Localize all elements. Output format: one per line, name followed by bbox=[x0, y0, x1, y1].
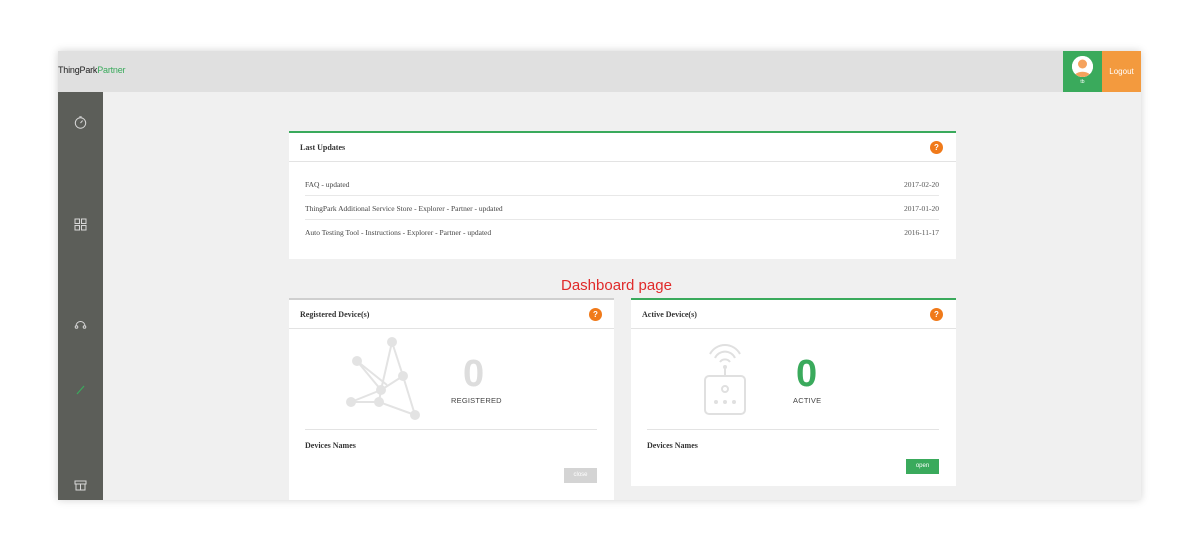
network-graph-icon bbox=[339, 336, 424, 426]
page-caption: Dashboard page bbox=[561, 277, 672, 294]
grid-icon[interactable] bbox=[73, 217, 88, 232]
active-count: 0 bbox=[796, 353, 818, 395]
last-updates-header: Last Updates ? bbox=[289, 133, 956, 162]
dashboard-gauge-icon[interactable] bbox=[73, 115, 88, 130]
update-row[interactable]: FAQ - updated 2017-02-20 bbox=[305, 172, 939, 196]
update-text: ThingPark Additional Service Store - Exp… bbox=[305, 204, 503, 213]
support-headset-icon[interactable] bbox=[73, 317, 88, 332]
open-button[interactable]: open bbox=[906, 459, 939, 474]
user-menu[interactable]: tb bbox=[1063, 51, 1102, 92]
top-bar: ThingParkPartner tb Logout bbox=[58, 51, 1141, 92]
update-row[interactable]: Auto Testing Tool - Instructions - Explo… bbox=[305, 220, 939, 244]
active-devices-names-label: Devices Names bbox=[647, 441, 698, 450]
user-avatar-icon bbox=[1072, 56, 1093, 77]
logo-partner: Partner bbox=[97, 65, 126, 75]
last-updates-panel: Last Updates ? FAQ - updated 2017-02-20 … bbox=[289, 131, 956, 259]
pen-icon[interactable] bbox=[73, 382, 88, 397]
update-date: 2016-11-17 bbox=[904, 228, 939, 237]
store-icon[interactable] bbox=[73, 478, 88, 493]
user-initials: tb bbox=[1080, 79, 1085, 85]
sidebar bbox=[58, 92, 103, 500]
registered-devices-title: Registered Device(s) bbox=[300, 310, 370, 319]
update-date: 2017-01-20 bbox=[904, 204, 939, 213]
active-devices-title: Active Device(s) bbox=[642, 310, 697, 319]
update-text: FAQ - updated bbox=[305, 180, 350, 189]
registered-divider bbox=[305, 429, 597, 430]
registered-count: 0 bbox=[463, 353, 485, 395]
registered-count-label: REGISTERED bbox=[451, 396, 502, 405]
update-date: 2017-02-20 bbox=[904, 180, 939, 189]
registered-devices-panel: Registered Device(s) ? 0 REGISTERED Devi… bbox=[289, 298, 614, 500]
app-logo[interactable]: ThingParkPartner bbox=[58, 65, 126, 75]
logo-brand: ThingPark bbox=[58, 65, 98, 75]
logout-button[interactable]: Logout bbox=[1102, 51, 1141, 92]
active-devices-header: Active Device(s) ? bbox=[631, 300, 956, 329]
active-divider bbox=[647, 429, 939, 430]
last-updates-help-icon[interactable]: ? bbox=[930, 141, 943, 154]
registered-devices-header: Registered Device(s) ? bbox=[289, 300, 614, 329]
active-count-label: ACTIVE bbox=[793, 396, 822, 405]
app-window: ThingParkPartner tb Logout Last Updates … bbox=[58, 51, 1141, 500]
update-text: Auto Testing Tool - Instructions - Explo… bbox=[305, 228, 492, 237]
registered-devices-names-label: Devices Names bbox=[305, 441, 356, 450]
close-button[interactable]: close bbox=[564, 468, 597, 483]
last-updates-title: Last Updates bbox=[300, 143, 346, 152]
active-devices-panel: Active Device(s) ? 0 ACTIVE Devices Name… bbox=[631, 298, 956, 486]
wireless-device-icon bbox=[701, 340, 749, 416]
registered-help-icon[interactable]: ? bbox=[589, 308, 602, 321]
update-row[interactable]: ThingPark Additional Service Store - Exp… bbox=[305, 196, 939, 220]
active-help-icon[interactable]: ? bbox=[930, 308, 943, 321]
